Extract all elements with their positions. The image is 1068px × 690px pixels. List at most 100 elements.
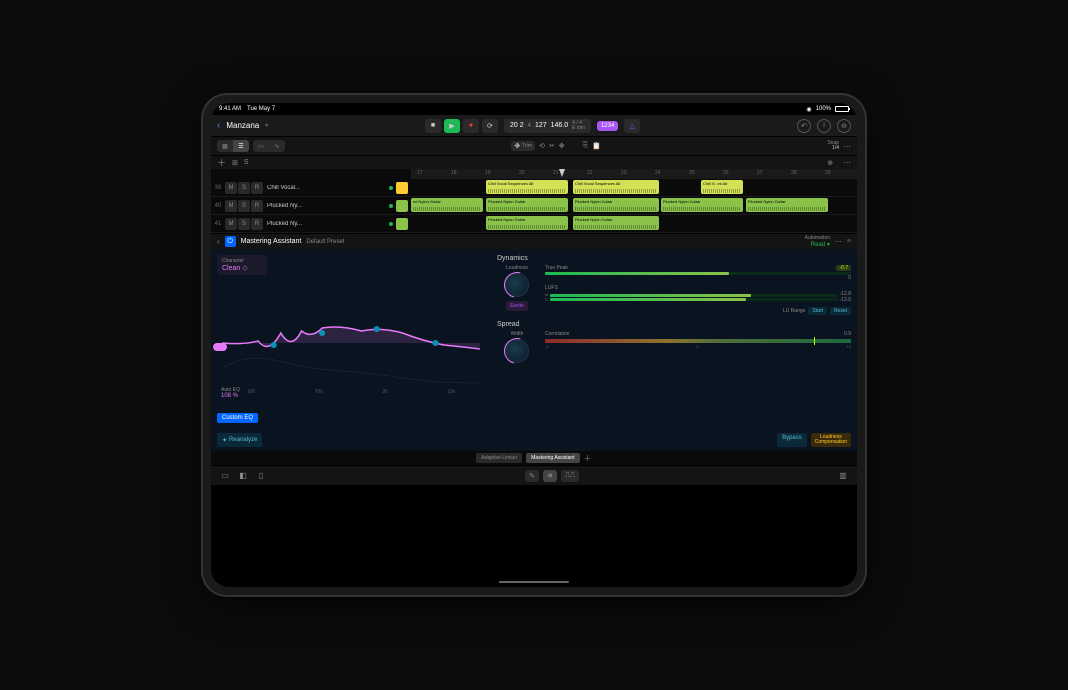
bypass-button[interactable]: Bypass	[777, 433, 807, 447]
width-knob[interactable]	[505, 339, 529, 363]
plugin-tab[interactable]: Adaptive Limiter	[476, 453, 522, 463]
info-button[interactable]: i	[817, 119, 831, 133]
browser-button[interactable]: ▭	[219, 470, 231, 482]
smart-controls-button[interactable]: ☼	[543, 470, 557, 482]
track-header[interactable]: 41 M S R Plucked Ny...	[211, 215, 411, 233]
auto-eq-display: Auto EQ 108 %	[221, 387, 240, 399]
scissors-tool-icon[interactable]: ✂	[549, 142, 555, 150]
loop-tool-icon[interactable]: ⟲	[539, 142, 545, 150]
track-more-icon[interactable]: ⊕	[827, 159, 833, 167]
lu-start-button[interactable]: Start	[808, 307, 827, 315]
add-plugin-button[interactable]: ＋	[584, 453, 592, 464]
track-instrument-icon[interactable]	[396, 200, 408, 212]
region[interactable]: Chill V...es Alt	[701, 180, 743, 194]
mute-button[interactable]: M	[225, 182, 237, 194]
playhead[interactable]	[559, 169, 565, 177]
plugin-back-button[interactable]: ‹	[217, 237, 220, 246]
loudness-knob[interactable]	[505, 273, 529, 297]
lcd-display[interactable]: 20 2 4 127 146.0 4 / 4 E min	[504, 119, 591, 133]
solo-button[interactable]: S	[238, 218, 250, 230]
copy-tool-icon[interactable]: ⎘	[583, 142, 589, 150]
plugin-preset[interactable]: Default Preset	[306, 239, 344, 245]
track-header-row: ＋ ⊞ S ⊕ ⋯	[211, 155, 857, 169]
track-options-button[interactable]: ⋯	[843, 158, 851, 167]
region[interactable]: Plucked Nylon Guitar	[573, 198, 659, 212]
track-instrument-icon[interactable]	[396, 218, 408, 230]
bottom-bar: ▭ ◧ ▯ ✎ ☼ ⎍⎍ ▥	[211, 465, 857, 485]
snap-display[interactable]: Snap 1/4	[827, 141, 839, 151]
play-button[interactable]: ▶	[444, 119, 460, 133]
paste-tool-icon[interactable]: 📋	[592, 142, 601, 150]
region[interactable]: Plucked Nylon Guitar	[661, 198, 743, 212]
plugin-more-button[interactable]: ⋯	[835, 238, 842, 246]
reanalyze-button[interactable]: ✦ Reanalyze	[217, 433, 262, 447]
region[interactable]: ed Nylon Guitar	[411, 198, 483, 212]
dynamics-title: Dynamics	[497, 255, 851, 262]
plugin-tab[interactable]: Mastering Assistant	[526, 453, 579, 463]
list-view-button[interactable]: ☰	[233, 140, 249, 152]
project-name[interactable]: Manzana	[226, 121, 259, 130]
tool-group: ✥ Trim	[511, 141, 535, 151]
region[interactable]: Plucked Nylon Guitar	[746, 198, 828, 212]
eq-node-3[interactable]	[374, 326, 380, 332]
settings-button[interactable]: ⊖	[837, 119, 851, 133]
mute-button[interactable]: M	[225, 200, 237, 212]
region[interactable]: Plucked Nylon Guitar	[573, 216, 659, 230]
project-dropdown-icon[interactable]: ▾	[265, 122, 268, 129]
eq-gain-handle[interactable]	[213, 343, 227, 351]
ruler[interactable]: 17181920212223242526272829	[411, 169, 857, 179]
custom-eq-button[interactable]: Custom EQ	[217, 413, 258, 423]
stop-button[interactable]: ■	[425, 119, 441, 133]
back-button[interactable]: ‹	[217, 120, 220, 131]
edit-mode-button[interactable]: ✎	[525, 470, 539, 482]
record-enable-button[interactable]: R	[251, 218, 263, 230]
excite-button[interactable]: Excite	[506, 301, 528, 311]
more-button[interactable]: ⋯	[843, 142, 851, 151]
loudness-comp-button[interactable]: LoudnessCompensation	[811, 433, 851, 447]
pointer-tool-icon[interactable]: ✥	[514, 142, 520, 150]
count-in-button[interactable]: 1234	[597, 121, 618, 131]
track-content[interactable]: 17181920212223242526272829 Chill Vocal S…	[411, 169, 857, 233]
track-stack-icon[interactable]: ⊞	[232, 159, 238, 167]
record-enable-button[interactable]: R	[251, 182, 263, 194]
eq-node-4[interactable]	[432, 340, 438, 346]
region[interactable]: Chill Vocal Sequences Alt	[573, 180, 659, 194]
cycle-button[interactable]: ⟳	[482, 119, 498, 133]
eq-node-1[interactable]	[271, 342, 277, 348]
view-mode-segment: ▦ ☰	[217, 140, 249, 152]
track-instrument-icon[interactable]	[396, 182, 408, 194]
solo-button[interactable]: S	[238, 182, 250, 194]
status-bar: 9:41 AM Tue May 7 ◉ 100%	[211, 103, 857, 115]
undo-button[interactable]: ↶	[797, 119, 811, 133]
automation-view-button[interactable]: ∿	[269, 140, 285, 152]
track-name: Chill Vocal...	[263, 185, 386, 191]
track-header[interactable]: 39 M S R Chill Vocal...	[211, 179, 411, 197]
add-track-button[interactable]: ＋	[217, 156, 226, 169]
record-button[interactable]: ●	[463, 119, 479, 133]
track-header[interactable]: 40 M S R Plucked Ny...	[211, 197, 411, 215]
record-enable-button[interactable]: R	[251, 200, 263, 212]
mixer-button[interactable]: ◧	[237, 470, 249, 482]
plugin-resize-icon[interactable]: ≡	[847, 238, 851, 245]
solo-all-button[interactable]: S	[244, 159, 249, 166]
eq-graph[interactable]: 100 700 2k 10k	[217, 283, 485, 393]
eq-node-2[interactable]	[319, 330, 325, 336]
region-view-button[interactable]: ▭	[253, 140, 269, 152]
character-selector[interactable]: Character Clean ◇	[217, 255, 267, 275]
mute-button[interactable]: M	[225, 218, 237, 230]
plugin-power-button[interactable]: ⏻	[225, 236, 236, 247]
solo-button[interactable]: S	[238, 200, 250, 212]
region[interactable]: Chill Vocal Sequences Alt	[486, 180, 568, 194]
library-button[interactable]: ▯	[255, 470, 267, 482]
metronome-button[interactable]: △	[624, 119, 640, 133]
region[interactable]: Plucked Nylon Guitar	[486, 198, 568, 212]
keyboard-button[interactable]: ▥	[837, 470, 849, 482]
home-indicator[interactable]	[499, 581, 569, 583]
move-tool-icon[interactable]: ✥	[559, 142, 565, 150]
ruler-tick: 17	[417, 170, 423, 176]
mixer-controls-button[interactable]: ⎍⎍	[561, 470, 579, 482]
grid-view-button[interactable]: ▦	[217, 140, 233, 152]
automation-mode[interactable]: Read ▾	[805, 241, 830, 248]
region[interactable]: Plucked Nylon Guitar	[486, 216, 568, 230]
lu-reset-button[interactable]: Reset	[830, 307, 851, 315]
